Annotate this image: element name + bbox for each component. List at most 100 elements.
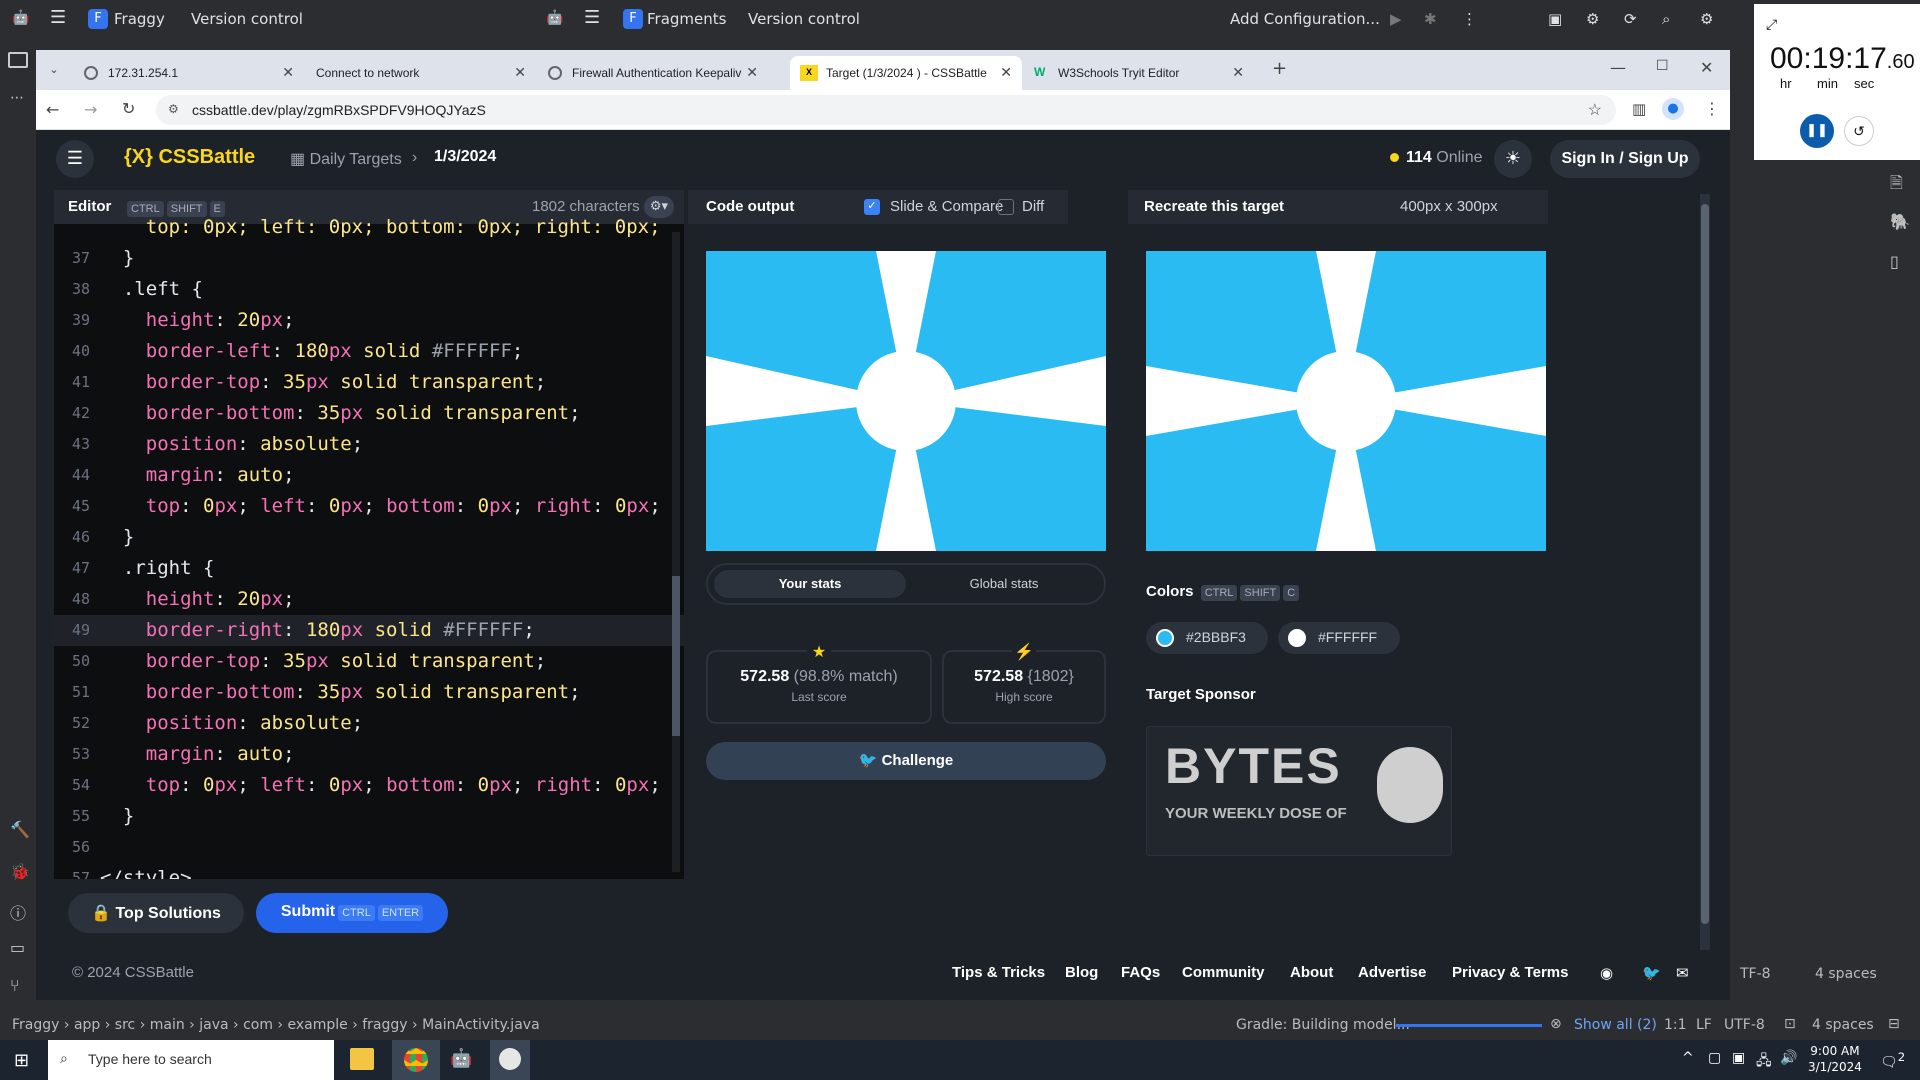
breadcrumb-item[interactable]: MainActivity.java bbox=[422, 1017, 540, 1033]
project-name-2[interactable]: Fragments bbox=[647, 10, 726, 28]
footer-advertise[interactable]: Advertise bbox=[1358, 964, 1426, 981]
code-editor[interactable]: top: 0px; left: 0px; bottom: 0px; right:… bbox=[54, 216, 684, 889]
breadcrumb-item[interactable]: java bbox=[199, 1017, 228, 1033]
slide-compare-checkbox[interactable]: ✓ bbox=[864, 199, 880, 215]
footer-about[interactable]: About bbox=[1290, 964, 1333, 981]
discord-icon[interactable]: ◉ bbox=[1600, 964, 1613, 982]
chrome-menu-icon[interactable]: ⋮ bbox=[1704, 99, 1720, 118]
settings-icon[interactable]: ⚙ bbox=[1700, 10, 1713, 28]
git-icon[interactable]: ⑂ bbox=[10, 976, 20, 995]
timer-taskbar-button[interactable] bbox=[490, 1040, 530, 1080]
readonly-icon[interactable]: ⊡ bbox=[1784, 1016, 1796, 1032]
gradle-icon[interactable]: 🐘 bbox=[1890, 212, 1910, 231]
new-tab-icon[interactable]: + bbox=[1272, 58, 1287, 79]
tab-w3schools[interactable]: W W3Schools Tryit Editor ✕ bbox=[1022, 56, 1254, 90]
debug-icon[interactable]: ✱ bbox=[1424, 10, 1437, 28]
pause-button[interactable]: ❚❚ bbox=[1800, 114, 1834, 148]
footer-community[interactable]: Community bbox=[1182, 964, 1265, 981]
main-menu-icon-2[interactable]: ☰ bbox=[584, 7, 600, 28]
main-menu-icon[interactable]: ☰ bbox=[50, 7, 66, 28]
theme-toggle-icon[interactable]: ☀ bbox=[1494, 140, 1532, 178]
notification-center-icon[interactable]: 🗨2 bbox=[1880, 1050, 1905, 1071]
add-configuration-button[interactable]: Add Configuration... bbox=[1230, 10, 1380, 28]
top-solutions-button[interactable]: 🔒 Top Solutions bbox=[68, 893, 244, 933]
tray-clock[interactable]: 9:00 AM 3/1/2024 bbox=[1808, 1043, 1862, 1075]
more-tools-icon[interactable]: ⋯ bbox=[10, 90, 24, 106]
tray-app-icon-2[interactable]: ▣ bbox=[1732, 1050, 1745, 1066]
indent-setting[interactable]: 4 spaces bbox=[1812, 1017, 1874, 1033]
daily-targets-link[interactable]: ▦ Daily Targets bbox=[290, 149, 402, 169]
page-scrollbar-thumb[interactable] bbox=[1701, 204, 1709, 924]
plugins-icon[interactable]: ⚙ bbox=[1586, 10, 1599, 28]
close-tab-icon[interactable]: ✕ bbox=[514, 64, 526, 81]
cssbattle-logo[interactable]: {X} CSSBattle bbox=[124, 146, 255, 169]
your-stats-tab[interactable]: Your stats bbox=[714, 570, 906, 598]
footer-faqs[interactable]: FAQs bbox=[1121, 964, 1160, 981]
file-explorer-icon[interactable] bbox=[350, 1048, 374, 1070]
close-tab-icon[interactable]: ✕ bbox=[742, 64, 758, 81]
color-swatch-blue[interactable]: #2BBBF3 bbox=[1146, 622, 1268, 654]
twitter-footer-icon[interactable]: 🐦 bbox=[1642, 964, 1661, 982]
terminal-icon[interactable]: ▭ bbox=[10, 938, 25, 957]
project-folder-icon[interactable] bbox=[8, 52, 28, 68]
build-icon[interactable]: 🔨 bbox=[10, 820, 30, 839]
lock-status-icon[interactable]: ⊟ bbox=[1888, 1016, 1900, 1032]
breadcrumb-item[interactable]: Fraggy bbox=[12, 1017, 59, 1033]
sidepanel-icon[interactable]: ▥ bbox=[1632, 100, 1646, 118]
diff-checkbox[interactable] bbox=[998, 199, 1014, 215]
color-swatch-white[interactable]: #FFFFFF bbox=[1278, 622, 1400, 654]
version-control-menu[interactable]: Version control bbox=[191, 10, 303, 28]
more-icon[interactable]: ⋮ bbox=[1462, 10, 1477, 28]
network-icon[interactable]: 🖧 bbox=[1756, 1050, 1772, 1074]
bookmark-star-icon[interactable]: ☆ bbox=[1588, 100, 1602, 120]
reset-button[interactable]: ↺ bbox=[1844, 116, 1874, 146]
taskbar-search[interactable]: ⌕ Type here to search bbox=[48, 1040, 334, 1080]
chrome-taskbar-button[interactable] bbox=[392, 1040, 440, 1080]
forward-icon[interactable]: → bbox=[84, 100, 97, 119]
close-tab-icon[interactable]: ✕ bbox=[1000, 64, 1012, 81]
profile-avatar[interactable]: ● bbox=[1662, 98, 1684, 120]
cancel-gradle-icon[interactable]: ⊗ bbox=[1550, 1016, 1562, 1032]
hamburger-icon[interactable]: ☰ bbox=[56, 140, 94, 178]
android-studio-icon[interactable]: 🤖 bbox=[12, 10, 29, 26]
footer-privacy[interactable]: Privacy & Terms bbox=[1452, 964, 1568, 981]
breadcrumb-item[interactable]: app bbox=[74, 1017, 100, 1033]
reload-icon[interactable]: ↻ bbox=[122, 99, 135, 118]
maximize-icon[interactable]: ☐ bbox=[1656, 58, 1669, 74]
back-icon[interactable]: ← bbox=[46, 100, 59, 119]
breadcrumb-item[interactable]: fraggy bbox=[362, 1017, 407, 1033]
scrollbar-thumb[interactable] bbox=[672, 576, 680, 736]
cursor-position[interactable]: 1:1 bbox=[1664, 1017, 1687, 1033]
close-tab-icon[interactable]: ✕ bbox=[282, 64, 294, 81]
tab-ip[interactable]: 172.31.254.1 ✕ bbox=[72, 56, 304, 90]
tab-search-icon[interactable]: ⌄ bbox=[44, 60, 64, 80]
windows-start-icon[interactable]: ⊞ bbox=[14, 1050, 29, 1071]
breadcrumb-item[interactable]: example bbox=[287, 1017, 347, 1033]
minimize-icon[interactable]: — bbox=[1610, 58, 1626, 77]
device-manager-icon[interactable]: ▣ bbox=[1548, 10, 1562, 28]
search-icon[interactable]: ⌕ bbox=[1662, 10, 1670, 28]
close-tab-icon[interactable]: ✕ bbox=[1232, 64, 1244, 81]
version-control-menu-2[interactable]: Version control bbox=[748, 10, 860, 28]
sponsor-banner[interactable]: BYTES YOUR WEEKLY DOSE OF bbox=[1146, 726, 1452, 856]
file-encoding[interactable]: UTF-8 bbox=[1724, 1017, 1765, 1033]
sign-in-button[interactable]: Sign In / Sign Up bbox=[1550, 140, 1700, 178]
submit-button[interactable]: Submit CTRL ENTER bbox=[256, 893, 448, 933]
tray-chevron-icon[interactable]: ^ bbox=[1682, 1050, 1694, 1066]
site-info-icon[interactable]: ⚙ bbox=[168, 102, 179, 116]
device-file-icon[interactable]: ▯ bbox=[1890, 252, 1899, 271]
tab-firewall[interactable]: Firewall Authentication Keepalive ✕ bbox=[536, 56, 768, 90]
expand-icon[interactable]: ⤢ bbox=[1766, 16, 1777, 33]
tab-connect[interactable]: Connect to network ✕ bbox=[304, 56, 536, 90]
code-output-preview[interactable] bbox=[706, 251, 1106, 551]
close-window-icon[interactable]: ✕ bbox=[1700, 58, 1713, 77]
breadcrumb-item[interactable]: src bbox=[115, 1017, 135, 1033]
global-stats-tab[interactable]: Global stats bbox=[908, 570, 1100, 598]
breadcrumb-item[interactable]: com bbox=[243, 1017, 273, 1033]
footer-blog[interactable]: Blog bbox=[1065, 964, 1098, 981]
android-studio-icon-2[interactable]: 🤖 bbox=[546, 10, 563, 26]
line-separator[interactable]: LF bbox=[1696, 1017, 1712, 1033]
challenge-button[interactable]: 🐦 Challenge bbox=[706, 742, 1106, 780]
indent-label-2[interactable]: 4 spaces bbox=[1815, 966, 1877, 982]
notifications-icon[interactable]: 🗎 bbox=[1890, 172, 1903, 199]
